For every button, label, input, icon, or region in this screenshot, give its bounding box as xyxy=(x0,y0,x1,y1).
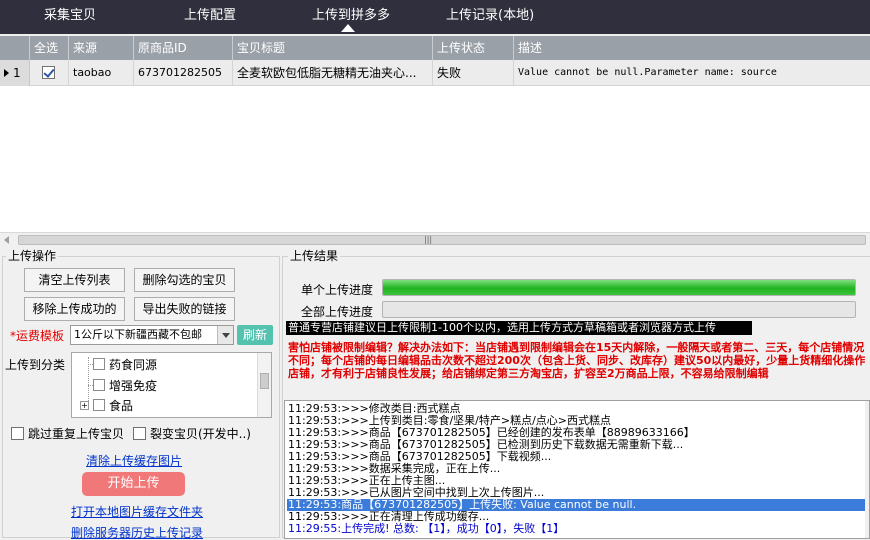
single-progress-bar xyxy=(382,279,856,296)
start-upload-button[interactable]: 开始上传 xyxy=(82,472,185,496)
remove-success-button[interactable]: 移除上传成功的 xyxy=(24,297,125,321)
tree-checkbox[interactable] xyxy=(93,358,105,370)
col-select-all[interactable]: 全选 xyxy=(30,36,69,60)
tab-collect[interactable]: 采集宝贝 xyxy=(44,4,96,23)
col-source[interactable]: 来源 xyxy=(69,36,134,60)
upload-limit-notice: 普通专营店铺建议日上传限制1-100个以内，选用上传方式方草稿箱或者浏览器方式上… xyxy=(286,321,752,335)
row-number: 1 xyxy=(13,66,21,80)
log-line-summary: 11:29:55:上传完成! 总数: 【1】，成功【0】，失败【1】 xyxy=(288,522,565,535)
tree-item-label[interactable]: 药食同源 xyxy=(109,356,157,373)
tab-upload-pdd[interactable]: 上传到拼多多 xyxy=(312,4,390,23)
clear-cache-link[interactable]: 清除上传缓存图片 xyxy=(86,452,182,469)
upload-log[interactable]: 11:29:53:>>>修改类目:西式糕点 11:29:53:>>>上传到类目:… xyxy=(284,400,870,539)
top-nav: 采集宝贝 上传配置 上传到拼多多 上传记录(本地) xyxy=(0,0,870,34)
col-title[interactable]: 宝贝标题 xyxy=(233,36,433,60)
row-header-cell xyxy=(0,36,30,60)
skip-duplicate-label[interactable]: 跳过重复上传宝贝 xyxy=(28,425,124,442)
edit-limit-warning: 害怕店铺被限制编辑？解决办法如下：当店铺遇到限制编辑会在15天内解除，一般隔天或… xyxy=(288,341,866,380)
cell-status: 失败 xyxy=(433,60,514,86)
log-scrollbar[interactable] xyxy=(865,401,869,538)
total-progress-label: 全部上传进度 xyxy=(301,305,374,319)
category-label: 上传到分类 xyxy=(5,358,66,372)
chevron-down-icon[interactable] xyxy=(217,326,233,344)
grid-horizontal-scrollbar[interactable]: ||| xyxy=(0,232,870,246)
cell-desc: Value cannot be null.Parameter name: sou… xyxy=(518,67,777,78)
open-cache-folder-link[interactable]: 打开本地图片缓存文件夹 xyxy=(71,503,203,520)
scroll-left-arrow-icon[interactable] xyxy=(4,236,9,244)
refresh-button[interactable]: 刷新 xyxy=(237,325,273,345)
tree-checkbox[interactable] xyxy=(93,399,105,411)
delete-history-link[interactable]: 删除服务器历史上传记录 xyxy=(71,524,203,540)
total-progress-bar xyxy=(382,301,856,318)
row-header[interactable]: 1 xyxy=(0,60,30,86)
tree-scrollbar[interactable] xyxy=(257,353,271,417)
row-select-cell xyxy=(30,60,69,86)
app-window: 采集宝贝 上传配置 上传到拼多多 上传记录(本地) 全选 来源 原商品ID 宝贝… xyxy=(0,0,870,540)
single-progress-fill xyxy=(383,280,855,295)
skip-duplicate-checkbox[interactable] xyxy=(11,427,24,440)
col-product-id[interactable]: 原商品ID xyxy=(134,36,233,60)
cell-product-id: 673701282505 xyxy=(134,60,233,86)
tree-scrollbar-thumb[interactable] xyxy=(260,373,269,389)
col-desc[interactable]: 描述 xyxy=(514,36,870,60)
scrollbar-grip-icon: ||| xyxy=(424,235,433,244)
single-progress-label: 单个上传进度 xyxy=(301,283,374,297)
table-row[interactable]: 1 taobao 673701282505 全麦软欧包低脂无糖精无油夹心... … xyxy=(0,60,870,86)
export-failed-button[interactable]: 导出失败的链接 xyxy=(134,297,235,321)
shipping-template-value: 1公斤以下新疆西藏不包邮 xyxy=(74,328,202,341)
shipping-template-label: *运费模板 xyxy=(10,329,65,343)
product-grid: 全选 来源 原商品ID 宝贝标题 上传状态 描述 1 taobao 673701… xyxy=(0,36,870,236)
tab-upload-config[interactable]: 上传配置 xyxy=(184,4,236,23)
current-row-arrow-icon xyxy=(4,69,9,77)
upload-ops-title: 上传操作 xyxy=(6,247,59,264)
col-status[interactable]: 上传状态 xyxy=(433,36,514,60)
cell-title: 全麦软欧包低脂无糖精无油夹心... xyxy=(233,60,433,86)
tree-expand-icon[interactable]: + xyxy=(80,401,89,410)
upload-result-title: 上传结果 xyxy=(288,247,341,264)
split-sku-label[interactable]: 裂变宝贝(开发中..) xyxy=(150,425,251,442)
cell-source: taobao xyxy=(69,60,134,86)
tree-checkbox[interactable] xyxy=(93,379,105,391)
tree-item-label[interactable]: 食品 xyxy=(109,397,133,414)
tab-upload-history[interactable]: 上传记录(本地) xyxy=(446,4,534,23)
grid-header: 全选 来源 原商品ID 宝贝标题 上传状态 描述 xyxy=(0,36,870,60)
tree-item-label[interactable]: 增强免疫 xyxy=(109,377,157,394)
category-tree[interactable]: 药食同源 增强免疫 + 食品 xyxy=(71,352,272,418)
clear-list-button[interactable]: 清空上传列表 xyxy=(24,268,125,292)
shipping-template-select[interactable]: 1公斤以下新疆西藏不包邮 xyxy=(70,325,234,345)
row-checkbox[interactable] xyxy=(42,66,55,79)
active-tab-indicator xyxy=(341,24,355,32)
delete-checked-button[interactable]: 删除勾选的宝贝 xyxy=(134,268,235,292)
scrollbar-thumb[interactable] xyxy=(18,235,866,245)
split-sku-checkbox[interactable] xyxy=(133,427,146,440)
